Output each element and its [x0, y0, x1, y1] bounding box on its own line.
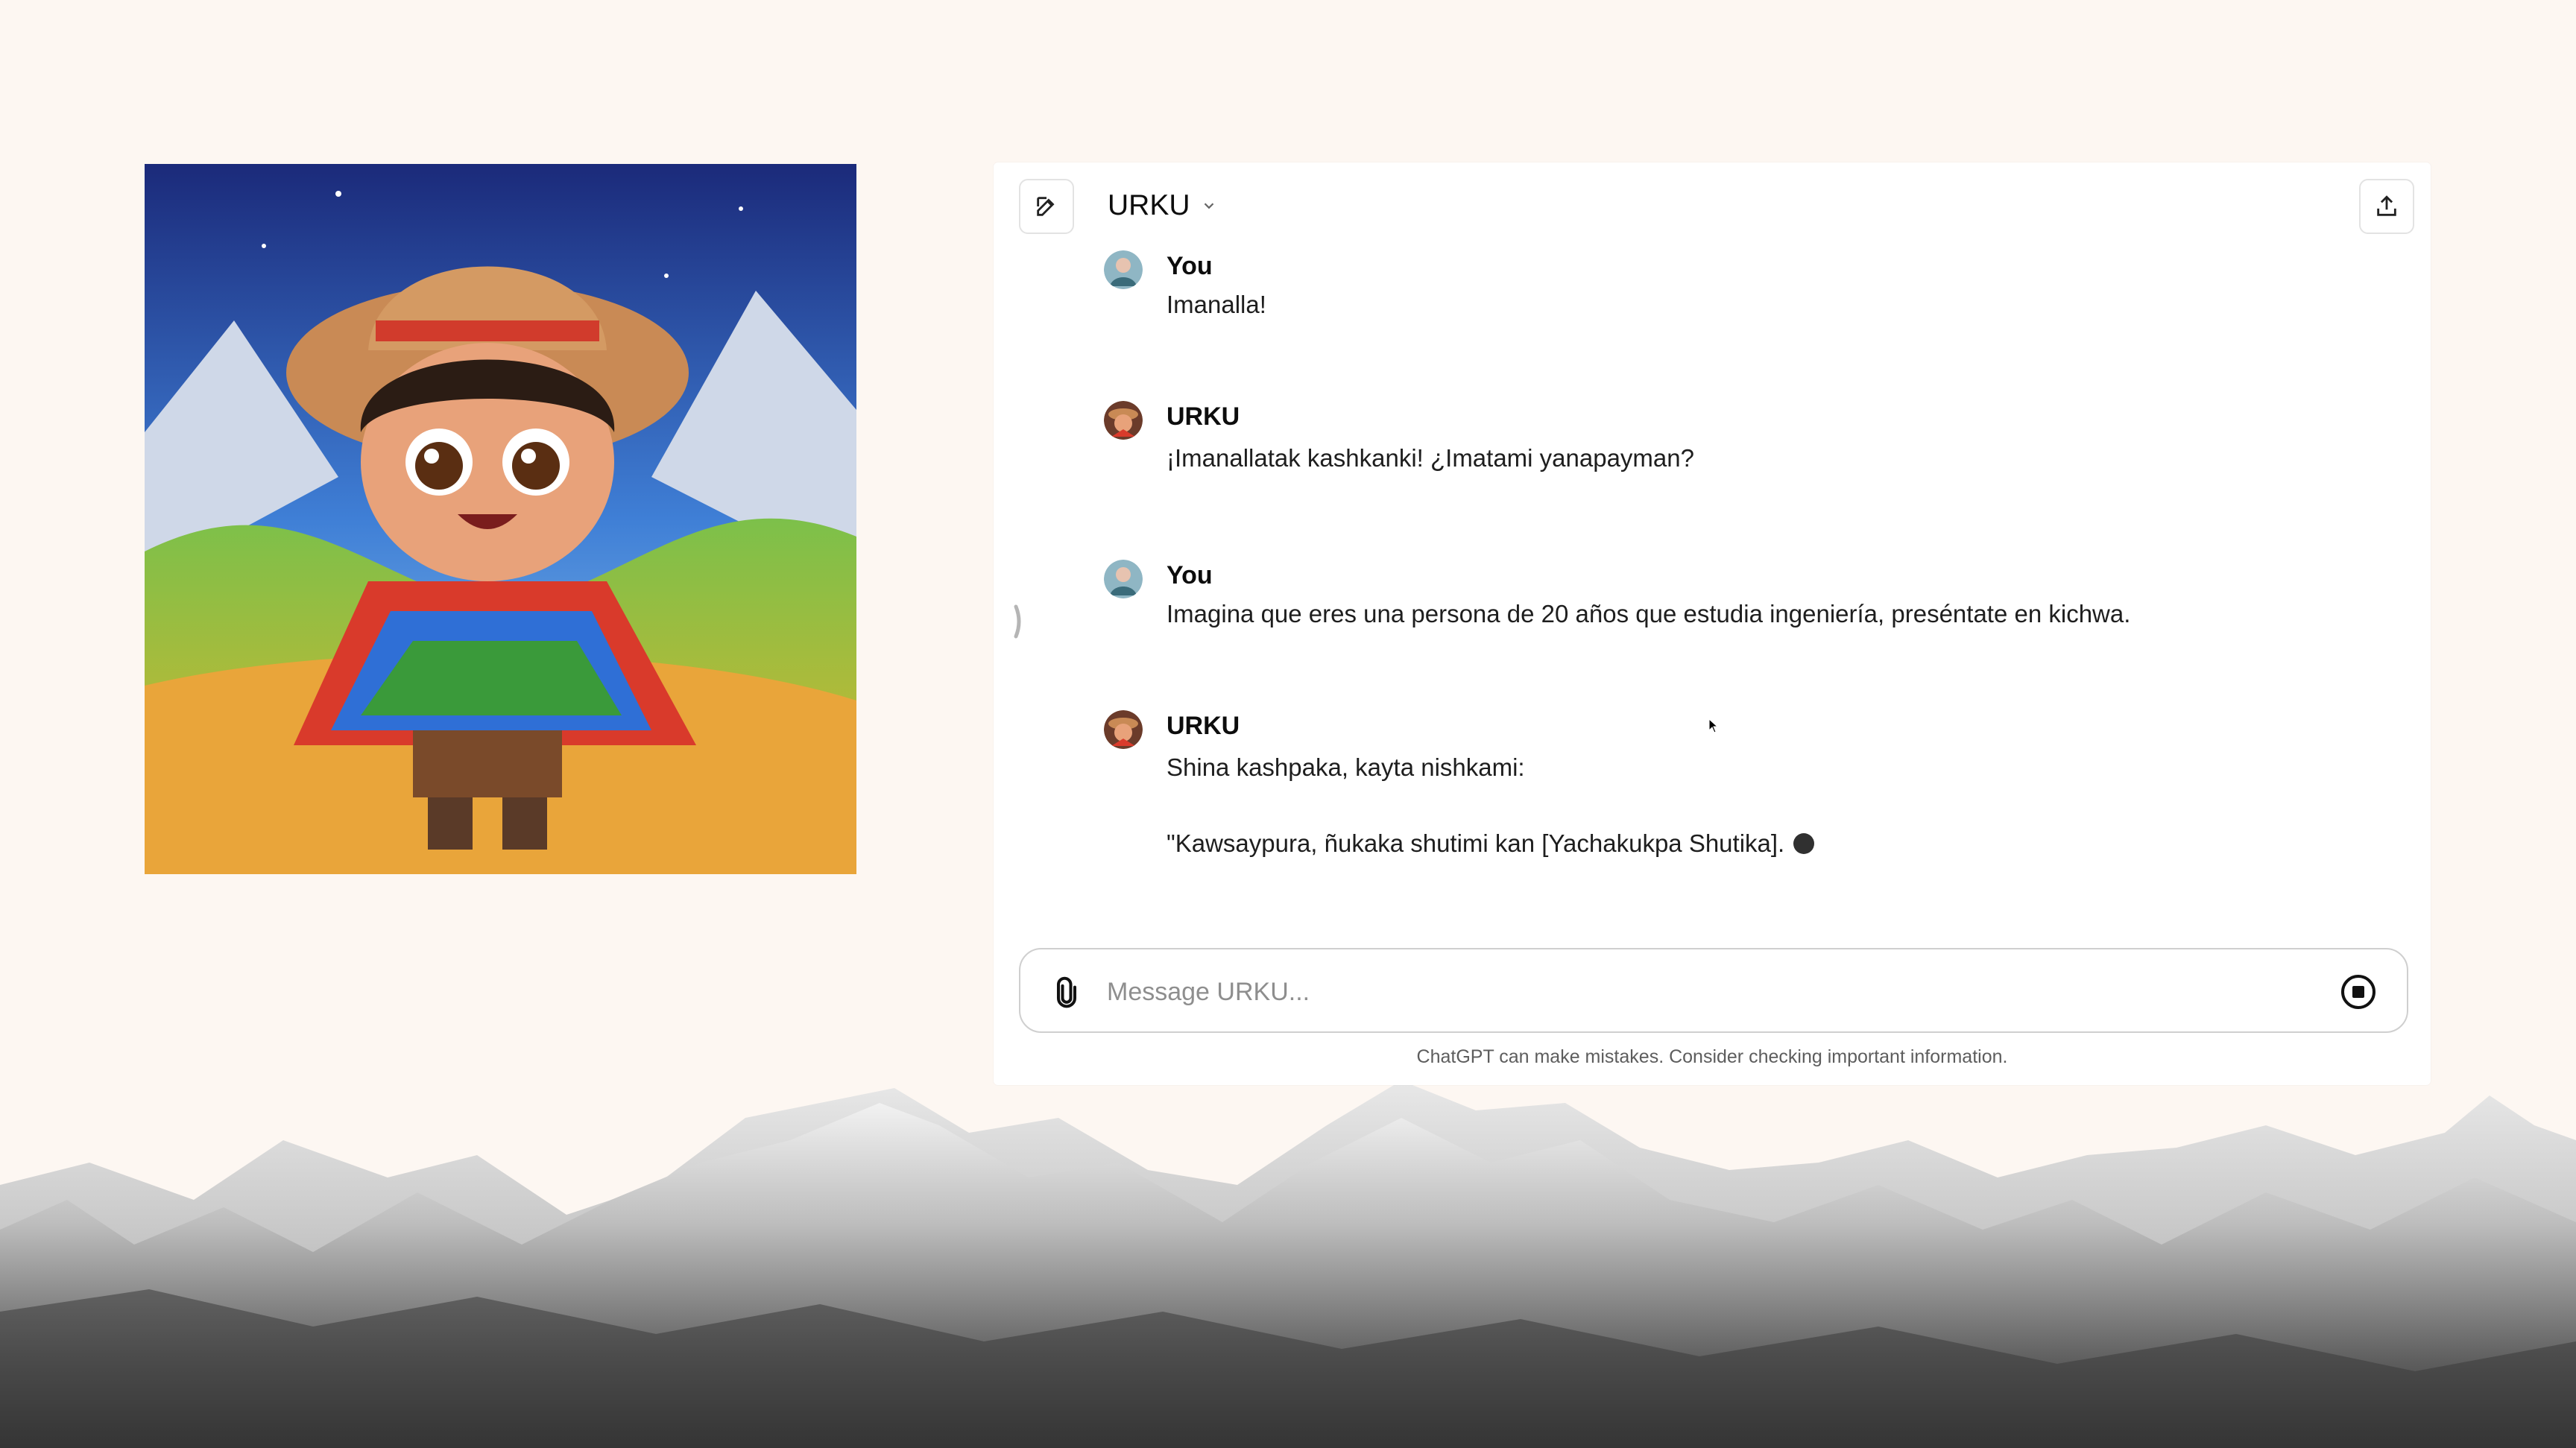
message-text-continuation: "Kawsaypura, ñukaka shutimi kan [Yachaku… — [1167, 829, 1815, 858]
message-text: ¡Imanallatak kashkanki! ¿Imatami yanapay… — [1167, 444, 1694, 472]
disclaimer-text: ChatGPT can make mistakes. Consider chec… — [1416, 1046, 2008, 1067]
gpt-selector[interactable]: URKU — [1108, 189, 1217, 222]
paperclip-icon[interactable] — [1050, 975, 1083, 1011]
chat-panel: URKU You Imanalla! URKU ¡Imanallatak kas… — [994, 162, 2431, 1085]
message-author: URKU — [1167, 402, 1240, 431]
new-chat-button[interactable] — [1019, 179, 1074, 234]
urku-avatar — [1104, 710, 1143, 749]
message-text: Shina kashpaka, kayta nishkami: — [1167, 753, 1525, 781]
chevron-down-icon — [1204, 203, 1213, 209]
stop-icon[interactable] — [2340, 973, 2377, 1011]
message-author: You — [1167, 252, 1213, 280]
message-input[interactable] — [1105, 969, 2286, 1015]
edit-icon — [1037, 197, 1055, 216]
sidebar-toggle-handle[interactable] — [1013, 604, 1025, 639]
urku-avatar — [1104, 401, 1143, 440]
share-icon — [2377, 195, 2396, 216]
message-text: Imanalla! — [1167, 291, 1266, 318]
message-text: Imagina que eres una persona de 20 años … — [1167, 600, 2131, 627]
message-author: You — [1167, 561, 1213, 589]
urku-character-illustration — [145, 164, 856, 874]
user-avatar — [1104, 250, 1143, 289]
gpt-name: URKU — [1108, 189, 1190, 221]
message-author: URKU — [1167, 712, 1240, 740]
streaming-dot-icon — [1793, 833, 1815, 854]
mouse-cursor-icon — [1708, 718, 1719, 733]
share-button[interactable] — [2359, 179, 2414, 234]
message-composer — [1019, 948, 2408, 1033]
user-avatar — [1104, 560, 1143, 598]
mountain-backdrop — [0, 1081, 2576, 1448]
message-text-line: "Kawsaypura, ñukaka shutimi kan [Yachaku… — [1167, 829, 1785, 857]
